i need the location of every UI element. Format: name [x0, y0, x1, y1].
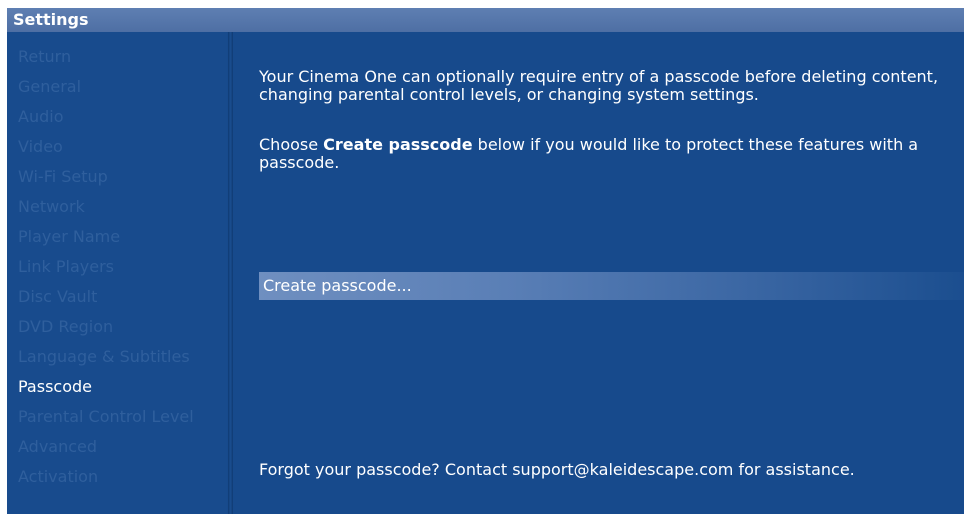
sidebar-item-network[interactable]: Network: [18, 192, 194, 222]
support-text: Forgot your passcode? Contact support@ka…: [259, 460, 855, 479]
choose-text: Choose Create passcode below if you woul…: [259, 136, 949, 172]
sidebar-item-activation[interactable]: Activation: [18, 462, 194, 492]
sidebar-item-video[interactable]: Video: [18, 132, 194, 162]
sidebar-item-language-subtitles[interactable]: Language & Subtitles: [18, 342, 194, 372]
intro-text: Your Cinema One can optionally require e…: [259, 67, 939, 104]
choose-prefix: Choose: [259, 135, 324, 154]
settings-sidebar: Return General Audio Video Wi-Fi Setup N…: [7, 32, 227, 514]
sidebar-item-general[interactable]: General: [18, 72, 194, 102]
create-passcode-button[interactable]: Create passcode...: [259, 272, 964, 300]
window-title: Settings: [7, 8, 964, 32]
sidebar-item-passcode[interactable]: Passcode: [18, 372, 194, 402]
sidebar-item-return[interactable]: Return: [18, 42, 194, 72]
sidebar-item-advanced[interactable]: Advanced: [18, 432, 194, 462]
sidebar-menu: Return General Audio Video Wi-Fi Setup N…: [18, 42, 194, 492]
sidebar-item-wifi-setup[interactable]: Wi-Fi Setup: [18, 162, 194, 192]
sidebar-item-parental-control-level[interactable]: Parental Control Level: [18, 402, 194, 432]
sidebar-item-audio[interactable]: Audio: [18, 102, 194, 132]
sidebar-item-link-players[interactable]: Link Players: [18, 252, 194, 282]
sidebar-item-player-name[interactable]: Player Name: [18, 222, 194, 252]
passcode-panel: Your Cinema One can optionally require e…: [233, 32, 964, 514]
sidebar-item-dvd-region[interactable]: DVD Region: [18, 312, 194, 342]
settings-window: Settings Return General Audio Video Wi-F…: [7, 8, 964, 514]
choose-bold: Create passcode: [323, 135, 473, 154]
sidebar-item-disc-vault[interactable]: Disc Vault: [18, 282, 194, 312]
